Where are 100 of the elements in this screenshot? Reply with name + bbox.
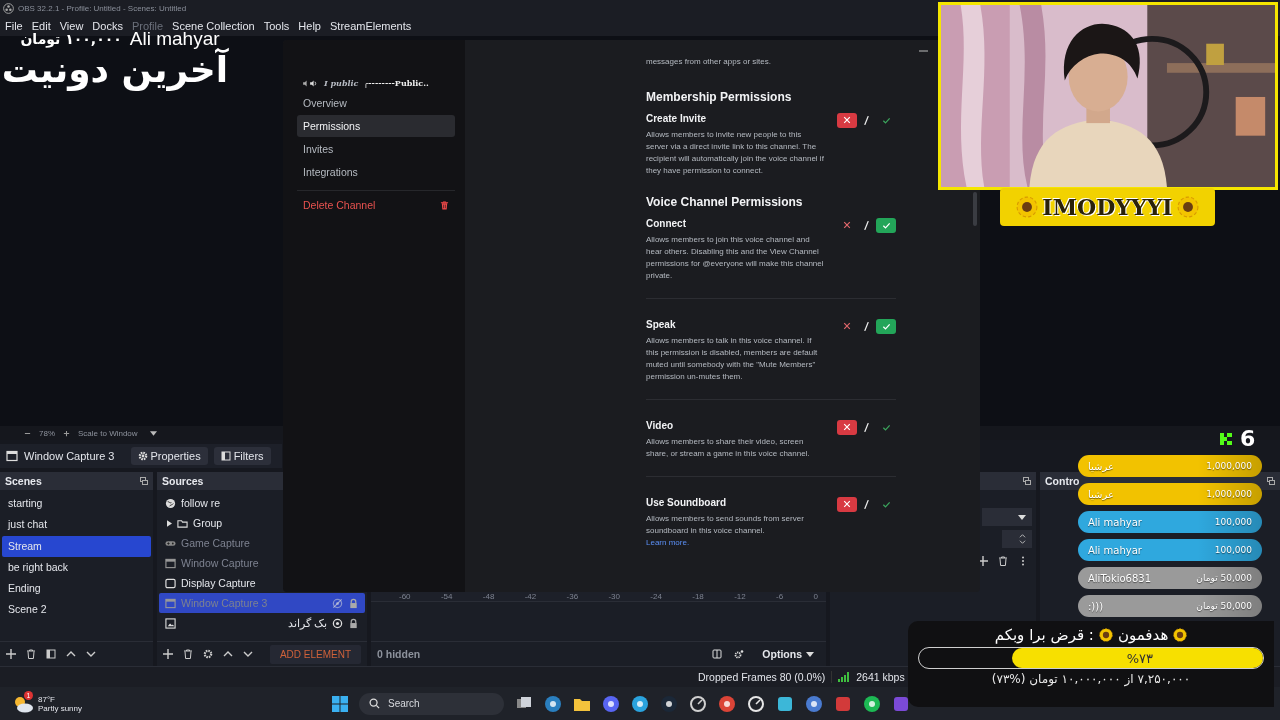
- gauge-icon[interactable]: [747, 694, 765, 713]
- add-icon[interactable]: [978, 556, 988, 566]
- caret-icon: [806, 651, 814, 657]
- menu-item[interactable]: Help: [298, 20, 321, 32]
- undock-icon[interactable]: [1023, 477, 1031, 485]
- neutral-toggle[interactable]: [863, 114, 870, 126]
- scene-item[interactable]: be right back: [2, 556, 151, 579]
- menu-item[interactable]: View: [59, 20, 84, 32]
- meter-tick-label: -18: [692, 592, 704, 601]
- source-name: Game Capture: [181, 537, 251, 549]
- settings-icon[interactable]: [734, 649, 745, 659]
- deny-toggle[interactable]: [837, 112, 857, 128]
- x-icon: [843, 423, 851, 431]
- trash-icon[interactable]: [183, 649, 193, 659]
- source-item[interactable]: follow re: [159, 493, 281, 513]
- scene-item[interactable]: just chat: [2, 514, 151, 536]
- down-icon[interactable]: [243, 649, 253, 659]
- settings-nav-item[interactable]: Integrations: [297, 161, 455, 183]
- neutral-toggle[interactable]: [863, 498, 870, 510]
- options-button[interactable]: Options: [756, 646, 820, 662]
- menu-item[interactable]: File: [5, 20, 23, 32]
- scene-item[interactable]: Scene 2: [2, 599, 151, 621]
- source-item[interactable]: Window Capture: [159, 553, 281, 573]
- window-icon: [165, 597, 176, 609]
- delete-channel-link[interactable]: Delete Channel: [303, 199, 376, 211]
- eye-hidden-icon[interactable]: [332, 597, 343, 609]
- app-icon[interactable]: [544, 694, 562, 713]
- down-icon[interactable]: [86, 649, 96, 659]
- caret-icon[interactable]: [149, 430, 157, 436]
- neutral-toggle[interactable]: [863, 421, 870, 433]
- app-icon[interactable]: [660, 694, 678, 713]
- meter-tick-label: -60: [399, 592, 411, 601]
- source-name: Window Capture: [181, 557, 260, 569]
- add-icon[interactable]: [6, 649, 16, 659]
- donor-name: عرشیا: [1088, 460, 1114, 472]
- source-item[interactable]: Group: [159, 513, 281, 533]
- trash-icon[interactable]: [26, 649, 36, 659]
- app-icon[interactable]: [689, 694, 707, 713]
- goal-percent: %۷۳: [1126, 651, 1153, 666]
- panel-icon[interactable]: [46, 649, 56, 659]
- add-element-button[interactable]: ADD ELEMENT: [269, 644, 361, 664]
- up-icon[interactable]: [66, 649, 76, 659]
- menu-item[interactable]: Edit: [31, 20, 51, 32]
- x-icon: [843, 221, 851, 229]
- weather-icon[interactable]: [12, 694, 34, 713]
- menu-item[interactable]: Scene Collection: [172, 20, 255, 32]
- start-button[interactable]: [332, 695, 348, 712]
- properties-button[interactable]: Properties: [130, 447, 208, 465]
- add-icon[interactable]: [163, 649, 173, 659]
- undock-icon[interactable]: [1267, 477, 1275, 485]
- sunflower-icon: [1173, 628, 1188, 642]
- undock-icon[interactable]: [140, 477, 148, 485]
- source-item[interactable]: بک گراند: [159, 613, 365, 633]
- goal-summary: ۷,۲۵۰,۰۰۰ از ۱۰,۰۰۰,۰۰۰ تومان (%۷۳): [991, 672, 1191, 686]
- donor-name: Ali mahyar: [1088, 516, 1142, 528]
- app-icon[interactable]: [776, 694, 794, 713]
- transition-dropdown[interactable]: [982, 508, 1032, 526]
- learn-more-link[interactable]: Learn more.: [646, 538, 690, 547]
- app-icon[interactable]: [631, 694, 649, 713]
- allow-toggle[interactable]: [876, 318, 896, 334]
- deny-toggle[interactable]: [837, 419, 857, 435]
- deny-toggle[interactable]: [837, 496, 857, 512]
- app-icon[interactable]: [863, 694, 881, 713]
- menu-item[interactable]: Tools: [263, 20, 290, 32]
- trash-icon[interactable]: [440, 200, 449, 210]
- expand-icon[interactable]: [167, 519, 172, 527]
- app-icon[interactable]: [718, 694, 736, 713]
- streamer-name: IMODYYYI: [1042, 194, 1173, 220]
- settings-nav-item[interactable]: Overview: [297, 92, 455, 114]
- up-icon[interactable]: [223, 649, 233, 659]
- source-item[interactable]: Game Capture: [159, 533, 281, 553]
- scale-dropdown[interactable]: Scale to Window: [78, 428, 138, 438]
- menu-item[interactable]: Docks: [92, 20, 123, 32]
- neutral-toggle[interactable]: [863, 320, 870, 332]
- settings-icon[interactable]: [203, 649, 213, 659]
- dock-title: Sources: [162, 475, 204, 487]
- scene-item[interactable]: Ending: [2, 578, 151, 600]
- selected-source-name: Window Capture 3: [24, 450, 115, 462]
- settings-nav-item[interactable]: Permissions: [297, 115, 455, 137]
- app-icon[interactable]: [602, 694, 620, 713]
- donation-amount: 100,000: [1214, 517, 1252, 527]
- allow-toggle[interactable]: [876, 217, 896, 233]
- filters-button[interactable]: Filters: [213, 447, 271, 465]
- neutral-toggle[interactable]: [863, 219, 870, 231]
- scene-item[interactable]: starting: [2, 493, 151, 515]
- zoom-in-button[interactable]: [63, 429, 70, 437]
- temperature: 87°F: [38, 694, 56, 704]
- scene-item[interactable]: Stream: [2, 535, 151, 557]
- eye-icon[interactable]: [332, 617, 343, 629]
- settings-nav-item[interactable]: Invites: [297, 138, 455, 160]
- app-icon[interactable]: [805, 694, 823, 713]
- permission-description: Allows members to send sounds from server soundboard in this voice channel. Learn more.: [646, 513, 805, 549]
- layout-icon[interactable]: [712, 649, 723, 659]
- search-field[interactable]: Search: [359, 692, 504, 715]
- lock-icon[interactable]: [348, 597, 359, 609]
- source-item[interactable]: Display Capture: [159, 573, 281, 593]
- trash-icon[interactable]: [998, 556, 1008, 566]
- menu-item[interactable]: StreamElements: [330, 20, 412, 32]
- lock-icon[interactable]: [348, 617, 359, 629]
- weather-condition: Partly sunny: [38, 703, 83, 713]
